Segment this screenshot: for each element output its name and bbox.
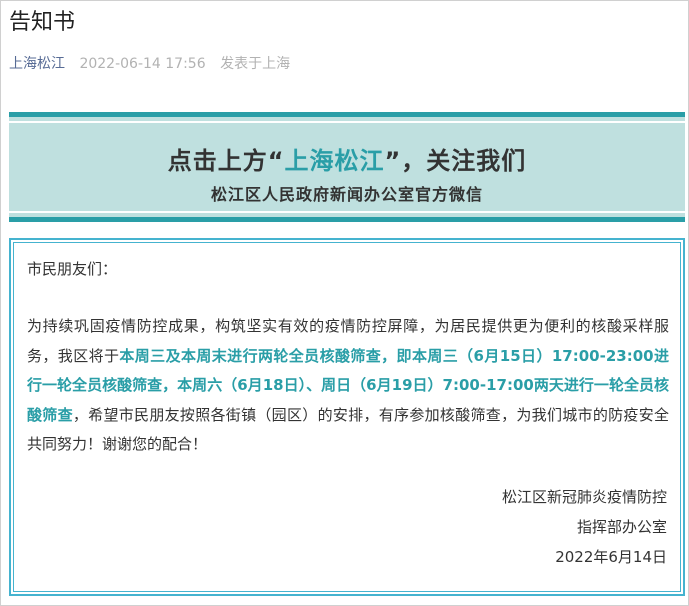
article-meta: 上海松江 2022-06-14 17:56 发表于上海 xyxy=(9,54,290,74)
notice-greeting: 市民朋友们： xyxy=(27,260,118,278)
banner-headline-suffix: ，关注我们 xyxy=(401,147,527,175)
banner-subtitle: 松江区人民政府新闻办公室官方微信 xyxy=(210,185,483,204)
banner-headline-prefix: 点击上方 xyxy=(167,147,268,175)
signature-date: 2022年6月14日 xyxy=(555,548,667,566)
banner-line-bottom xyxy=(9,211,685,213)
publish-location: 发表于上海 xyxy=(220,56,291,72)
banner-headline: 点击上方“上海松江”，关注我们 xyxy=(9,141,685,176)
publish-date: 2022-06-14 17:56 xyxy=(79,56,206,72)
notice-paragraph: 为持续巩固疫情防控成果，构筑坚实有效的疫情防控屏障，为居民提供更为便利的核酸采样… xyxy=(27,312,669,460)
follow-banner: 点击上方“上海松江”，关注我们 松江区人民政府新闻办公室官方微信 xyxy=(9,112,685,222)
banner-quote-open: “ xyxy=(267,147,285,175)
notice-text-part2: ，希望市民朋友按照各街镇（园区）的安排，有序参加核酸筛查，为我们城市的防疫安全共… xyxy=(27,405,669,454)
signature-line2: 指挥部办公室 xyxy=(576,518,667,536)
notice-box: 市民朋友们： 为持续巩固疫情防控成果，构筑坚实有效的疫情防控屏障，为居民提供更为… xyxy=(9,238,685,596)
article-title: 告知书 xyxy=(9,10,76,35)
banner-headline-highlight: 上海松江 xyxy=(284,147,385,175)
signature-line1: 松江区新冠肺炎疫情防控 xyxy=(501,488,667,506)
banner-line-top xyxy=(9,121,685,123)
account-link[interactable]: 上海松江 xyxy=(9,56,65,72)
banner-quote-close: ” xyxy=(384,147,402,175)
